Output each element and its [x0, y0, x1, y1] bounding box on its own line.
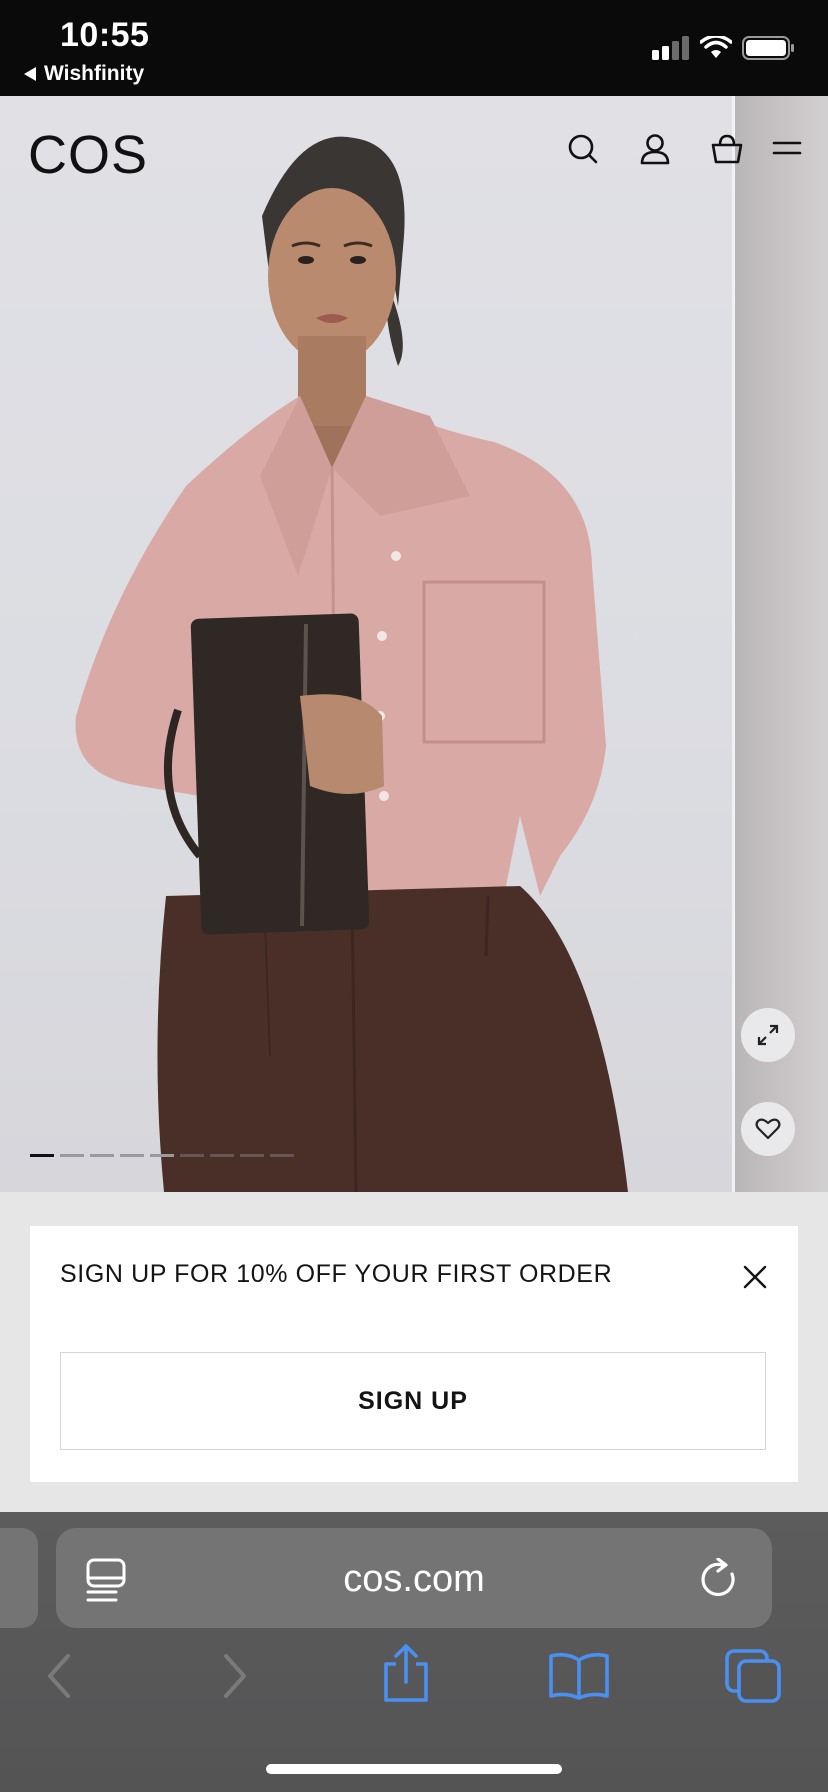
basket-icon[interactable]: [710, 132, 744, 166]
close-icon[interactable]: [742, 1264, 768, 1290]
search-icon[interactable]: [566, 132, 600, 166]
previous-tab-peek[interactable]: [0, 1528, 38, 1628]
cellular-signal-icon: [652, 36, 689, 60]
signup-message: SIGN UP FOR 10% OFF YOUR FIRST ORDER: [60, 1260, 613, 1288]
account-icon[interactable]: [638, 132, 672, 166]
share-icon[interactable]: [380, 1644, 432, 1704]
brand-logo[interactable]: COS: [28, 124, 148, 186]
address-bar[interactable]: cos.com: [56, 1528, 772, 1628]
back-to-app-link[interactable]: Wishfinity: [24, 62, 144, 86]
carousel-dot[interactable]: [90, 1154, 114, 1157]
carousel-dot[interactable]: [120, 1154, 144, 1157]
carousel-dot[interactable]: [150, 1154, 174, 1157]
home-indicator[interactable]: [266, 1764, 562, 1774]
expand-image-button[interactable]: [741, 1008, 795, 1062]
signup-button[interactable]: SIGN UP: [60, 1352, 766, 1450]
back-icon[interactable]: [44, 1652, 74, 1700]
status-time: 10:55: [60, 16, 150, 54]
back-triangle-icon: [24, 67, 36, 81]
reload-icon[interactable]: [700, 1558, 740, 1600]
url-text: cos.com: [343, 1558, 485, 1600]
carousel-dot[interactable]: [240, 1154, 264, 1157]
status-bar: 10:55 Wishfinity: [0, 0, 828, 96]
carousel-indicator: [30, 1154, 294, 1157]
favorite-button[interactable]: [741, 1102, 795, 1156]
bookmarks-icon[interactable]: [548, 1652, 610, 1700]
carousel-dot[interactable]: [210, 1154, 234, 1157]
back-app-label: Wishfinity: [44, 62, 145, 85]
model-illustration: [75, 136, 628, 1192]
heart-icon: [755, 1118, 781, 1140]
carousel-dot[interactable]: [180, 1154, 204, 1157]
carousel-dot[interactable]: [270, 1154, 294, 1157]
wifi-icon: [700, 36, 732, 58]
battery-icon: [742, 36, 794, 60]
signup-banner: SIGN UP FOR 10% OFF YOUR FIRST ORDER SIG…: [30, 1226, 798, 1482]
expand-icon: [757, 1024, 779, 1046]
carousel-dot[interactable]: [60, 1154, 84, 1157]
hero-carousel[interactable]: COS: [0, 96, 828, 1192]
forward-icon[interactable]: [220, 1652, 250, 1700]
browser-toolbar: cos.com: [0, 1512, 828, 1792]
tabs-icon[interactable]: [724, 1648, 782, 1704]
menu-icon[interactable]: [772, 132, 802, 166]
carousel-dot-active[interactable]: [30, 1154, 54, 1157]
product-image[interactable]: [0, 96, 732, 1192]
